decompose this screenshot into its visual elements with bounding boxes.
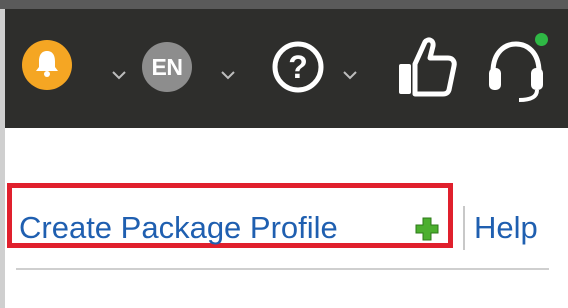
help-dropdown-chevron-icon[interactable] — [341, 66, 359, 84]
notifications-button[interactable] — [22, 40, 72, 90]
feedback-button[interactable] — [393, 34, 459, 100]
help-link[interactable]: Help — [474, 210, 538, 246]
divider-line — [16, 268, 549, 270]
left-edge — [0, 9, 5, 308]
plus-icon[interactable] — [414, 216, 440, 242]
question-circle-icon: ? — [271, 41, 331, 98]
online-status-indicator — [535, 33, 548, 46]
thumbs-up-icon — [393, 37, 459, 104]
bell-icon — [33, 48, 61, 83]
language-dropdown-chevron-icon[interactable] — [219, 66, 237, 84]
help-menu-button[interactable]: ? — [271, 40, 331, 94]
create-package-profile-link[interactable]: Create Package Profile — [19, 210, 338, 246]
window-top-strip — [0, 0, 568, 9]
language-button[interactable]: EN — [142, 42, 192, 92]
language-label: EN — [151, 53, 183, 80]
notifications-dropdown-chevron-icon[interactable] — [110, 66, 128, 84]
svg-text:?: ? — [288, 49, 308, 85]
toolbar-separator — [463, 206, 465, 250]
headset-icon — [481, 41, 551, 108]
